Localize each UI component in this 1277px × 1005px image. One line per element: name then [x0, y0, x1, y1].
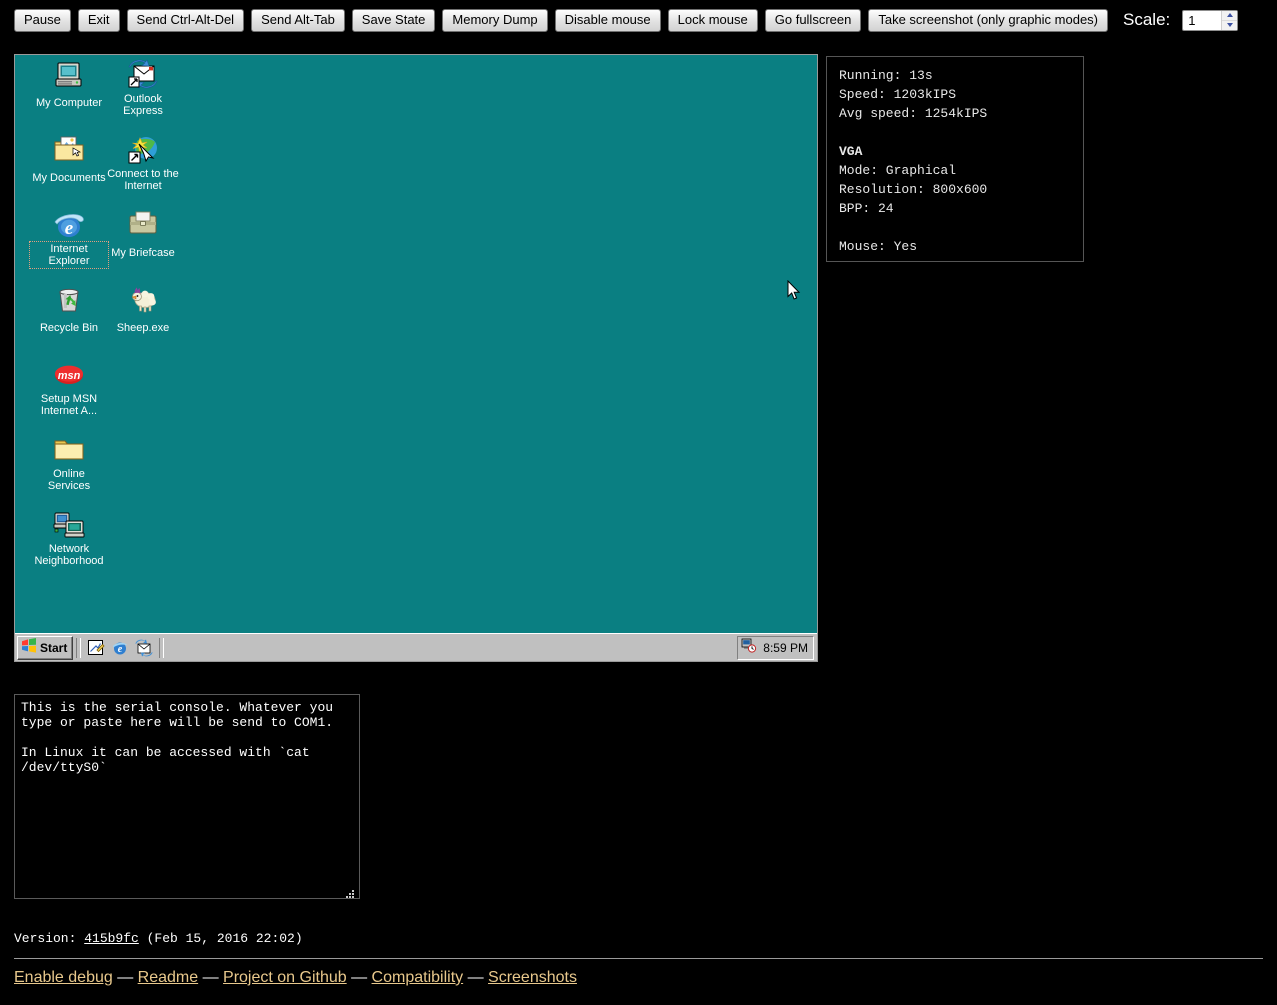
online-services-folder-icon: [53, 434, 85, 466]
desktop-icon-label: My Computer: [35, 97, 103, 109]
version-hash-link[interactable]: 415b9fc: [84, 931, 139, 946]
sheep-exe-icon: [127, 284, 159, 316]
disable-mouse-button[interactable]: Disable mouse: [554, 8, 661, 32]
avg-speed: Avg speed: 1254kIPS: [839, 106, 988, 121]
serial-console[interactable]: This is the serial console. Whatever you…: [14, 694, 360, 899]
toolbar-button-group: Pause Exit Send Ctrl-Alt-Del Send Alt-Tab Sa…: [14, 8, 1109, 32]
scale-input[interactable]: 1: [1182, 9, 1239, 31]
windows-flag-icon: [21, 637, 37, 658]
outlook-express-icon: [127, 59, 159, 91]
emulator-info-panel: Running: 13s Speed: 1203kIPS Avg speed: …: [826, 56, 1084, 262]
emulator-toolbar: Pause Exit Send Ctrl-Alt-Del Send Alt-Tab Sa…: [0, 0, 1277, 40]
show-desktop-icon[interactable]: [87, 639, 105, 657]
taskbar-clock[interactable]: 8:59 PM: [763, 641, 808, 655]
info-spacer-2: [839, 218, 1083, 237]
svg-text:e: e: [118, 644, 123, 655]
vga-resolution: Resolution: 800x600: [839, 182, 988, 197]
desktop-icon-label: Network Neighborhood: [34, 543, 104, 567]
recycle-bin-icon: [53, 284, 85, 316]
footer-link-separator: —: [346, 969, 372, 986]
desktop-icon-my-briefcase[interactable]: My Briefcase: [105, 209, 181, 261]
version-prefix: Version:: [14, 931, 85, 946]
enable-debug-link[interactable]: Enable debug: [14, 969, 113, 986]
scale-increment-button[interactable]: [1222, 10, 1238, 21]
desktop-icon-msn-setup[interactable]: msn Setup MSN Internet A...: [31, 359, 107, 419]
scale-stepper[interactable]: [1221, 10, 1238, 30]
scale-label: Scale:: [1123, 10, 1171, 29]
start-button[interactable]: Start: [17, 635, 74, 660]
version-line: Version: 415b9fc (Feb 15, 2016 22:02): [14, 931, 303, 946]
vga-heading: VGA: [839, 144, 863, 159]
start-button-label: Start: [40, 640, 68, 655]
screenshots-link[interactable]: Screenshots: [488, 969, 577, 986]
desktop-icon-label: Setup MSN Internet A...: [40, 393, 98, 417]
svg-text:msn: msn: [58, 370, 81, 382]
running-time: Running: 13s: [839, 68, 933, 83]
desktop-icon-sheep-exe[interactable]: Sheep.exe: [105, 284, 181, 336]
save-state-button[interactable]: Save State: [351, 8, 436, 32]
pause-button[interactable]: Pause: [14, 8, 71, 32]
footer-link-bar: Enable debug — Readme — Project on Githu…: [14, 969, 577, 987]
go-fullscreen-button[interactable]: Go fullscreen: [764, 8, 862, 32]
desktop-icon-label: My Briefcase: [111, 247, 175, 259]
desktop-icon-online-services-folder[interactable]: Online Services: [31, 434, 107, 494]
footer-link-separator: —: [463, 969, 489, 986]
desktop-icon-outlook-express[interactable]: Outlook Express: [105, 59, 181, 119]
vga-bpp: BPP: 24: [839, 201, 894, 216]
desktop-icon-label: Outlook Express: [123, 93, 163, 117]
footer-link-separator: —: [112, 969, 138, 986]
connect-to-internet-icon: [127, 134, 159, 166]
my-computer-icon: [53, 59, 85, 91]
footer-divider: [14, 958, 1263, 959]
footer-link-separator: —: [198, 969, 224, 986]
serial-console-resize-handle[interactable]: [345, 886, 357, 898]
desktop-icon-label: Online Services: [47, 468, 91, 492]
speed: Speed: 1203kIPS: [839, 87, 957, 102]
desktop-icon-my-documents[interactable]: My Documents: [31, 134, 107, 186]
memory-dump-button[interactable]: Memory Dump: [442, 8, 548, 32]
system-tray[interactable]: 8:59 PM: [737, 635, 814, 660]
desktop-icon-label: Sheep.exe: [116, 322, 170, 334]
desktop-icon-label: Internet Explorer: [29, 241, 109, 269]
send-alt-tab-button[interactable]: Send Alt-Tab: [251, 8, 345, 32]
msn-setup-icon: msn: [53, 359, 85, 391]
desktop-icon-recycle-bin[interactable]: Recycle Bin: [31, 284, 107, 336]
lock-mouse-button[interactable]: Lock mouse: [667, 8, 758, 32]
vga-mode: Mode: Graphical: [839, 163, 957, 178]
take-screenshot-button[interactable]: Take screenshot (only graphic modes): [868, 8, 1109, 32]
scale-value: 1: [1188, 12, 1196, 28]
mouse-status: Mouse: Yes: [839, 239, 918, 254]
version-date: (Feb 15, 2016 22:02): [138, 931, 303, 946]
desktop-icon-my-computer[interactable]: My Computer: [31, 59, 107, 111]
exit-button[interactable]: Exit: [77, 8, 120, 32]
network-neighborhood-icon: [53, 509, 85, 541]
desktop-icon-connect-to-internet[interactable]: Connect to the Internet: [105, 134, 181, 194]
svg-text:e: e: [65, 218, 74, 239]
my-briefcase-icon: [127, 209, 159, 241]
compatibility-link[interactable]: Compatibility: [372, 969, 464, 986]
desktop-icon-network-neighborhood[interactable]: Network Neighborhood: [31, 509, 107, 569]
readme-link[interactable]: Readme: [138, 969, 198, 986]
desktop-icon-label: Connect to the Internet: [107, 168, 179, 192]
desktop-icon-internet-explorer[interactable]: e Internet Explorer: [29, 209, 109, 269]
desktop-icon-label: Recycle Bin: [39, 322, 99, 334]
internet-explorer-icon: e: [53, 209, 85, 241]
windows-desktop[interactable]: My Computer Outlook Express My Documents…: [15, 55, 817, 633]
taskbar-divider-2: [159, 637, 165, 658]
scale-decrement-button[interactable]: [1222, 20, 1238, 30]
project-on-github-link[interactable]: Project on Github: [223, 969, 347, 986]
launch-outlook-express-icon[interactable]: [135, 639, 153, 657]
tray-scheduler-icon[interactable]: [741, 638, 757, 658]
desktop-icon-label: My Documents: [32, 172, 106, 184]
launch-internet-explorer-icon[interactable]: e: [111, 639, 129, 657]
windows-taskbar[interactable]: Start e 8:59 PM: [15, 633, 817, 661]
my-documents-icon: [53, 134, 85, 166]
send-ctrl-alt-del-button[interactable]: Send Ctrl-Alt-Del: [126, 8, 245, 32]
vm-screen[interactable]: My Computer Outlook Express My Documents…: [14, 54, 818, 662]
taskbar-divider: [76, 637, 82, 658]
